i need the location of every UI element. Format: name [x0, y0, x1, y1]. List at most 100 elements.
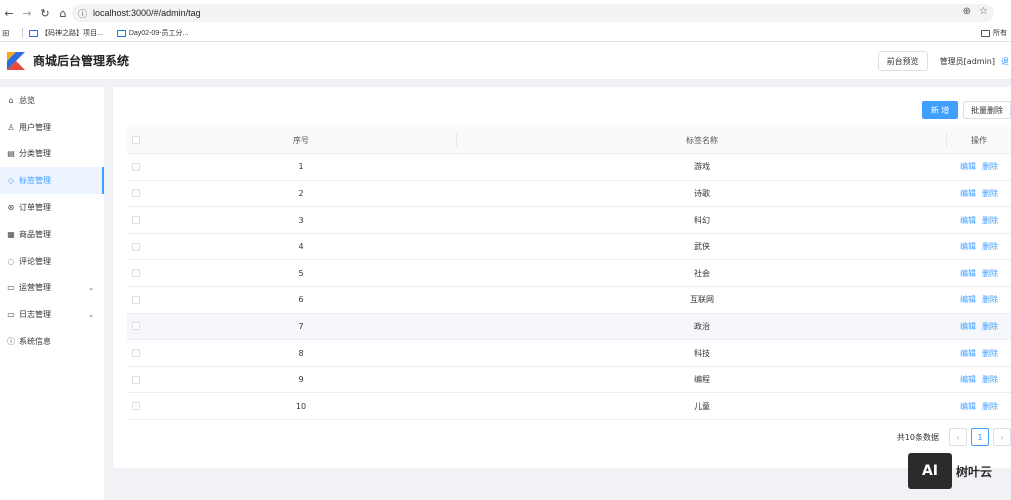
sidebar-item-operations[interactable]: ▭ 运营管理 ⌄	[0, 275, 104, 302]
row-select-cell[interactable]	[127, 206, 145, 234]
delete-button[interactable]: 删除	[982, 375, 998, 384]
bookmark-star-icon[interactable]: ☆	[979, 6, 988, 17]
row-checkbox[interactable]	[132, 349, 140, 358]
header-select-all[interactable]	[127, 127, 145, 155]
edit-button[interactable]: 编辑	[960, 216, 976, 225]
row-select-cell[interactable]	[127, 180, 145, 208]
bookmarks-bar: ⊞ 【码神之路】项目... Day02-09-员工分... 所有	[0, 25, 1011, 41]
row-checkbox[interactable]	[132, 375, 140, 384]
forward-icon[interactable]: →	[18, 4, 36, 22]
row-select-cell[interactable]	[127, 392, 145, 421]
edit-button[interactable]: 编辑	[960, 322, 976, 331]
bookmark-item-1[interactable]: 【码神之路】项目...	[29, 28, 103, 38]
all-bookmarks-label: 所有	[993, 30, 1007, 37]
delete-button[interactable]: 删除	[982, 349, 998, 358]
bookmark-label: 【码神之路】项目...	[41, 30, 103, 37]
delete-button[interactable]: 删除	[982, 402, 998, 411]
edit-button[interactable]: 编辑	[960, 189, 976, 198]
app-logo-icon	[7, 51, 25, 70]
row-actions: 编辑 删除	[947, 339, 1011, 367]
row-select-cell[interactable]	[127, 313, 145, 341]
sidebar-item-label: 总览	[19, 95, 35, 105]
site-info-icon[interactable]: ⓘ	[78, 7, 87, 20]
edit-button[interactable]: 编辑	[960, 269, 976, 278]
row-checkbox[interactable]	[132, 402, 140, 411]
row-select-cell[interactable]	[127, 339, 145, 367]
back-icon[interactable]: ←	[0, 4, 18, 22]
all-bookmarks[interactable]: 所有	[981, 28, 1007, 38]
zoom-icon[interactable]: ⊕	[963, 6, 971, 17]
bookmark-item-2[interactable]: Day02-09-员工分...	[116, 28, 188, 38]
edit-button[interactable]: 编辑	[960, 242, 976, 251]
edit-button[interactable]: 编辑	[960, 349, 976, 358]
row-index: 3	[145, 206, 457, 234]
browser-chrome: ← → ↻ ⌂ ⓘ localhost:3000/#/admin/tag ⊕ ☆…	[0, 0, 1011, 42]
row-tag-name: 武侠	[457, 233, 947, 261]
add-tag-button[interactable]: 新 增	[922, 101, 958, 119]
edit-button[interactable]: 编辑	[960, 402, 976, 411]
row-tag-name: 社会	[457, 259, 947, 288]
prev-page-button[interactable]: ‹	[949, 428, 967, 446]
sidebar-item-comments[interactable]: ◌ 评论管理	[0, 248, 104, 275]
sidebar-item-categories[interactable]: ▤ 分类管理	[0, 141, 104, 168]
row-actions: 编辑 删除	[947, 366, 1011, 394]
batch-delete-button[interactable]: 批量删除	[963, 101, 1011, 119]
delete-button[interactable]: 删除	[982, 295, 998, 304]
row-actions: 编辑 删除	[947, 153, 1011, 181]
row-index: 6	[145, 286, 457, 314]
tag-table: 序号 标签名称 操作 1 游戏 编辑 删除 2 诗歌 编辑 删除 3 科幻 编辑 删除 4 武侠 编辑 删除 5…	[127, 127, 1011, 421]
frontend-preview-button[interactable]: 前台预览	[877, 51, 928, 71]
row-checkbox[interactable]	[132, 216, 140, 225]
row-checkbox[interactable]	[132, 242, 140, 251]
app-header: 商城后台管理系统 前台预览 管理员[admin] 退	[0, 42, 1011, 80]
delete-button[interactable]: 删除	[982, 269, 998, 278]
apps-grid-icon[interactable]: ⊞	[2, 28, 16, 39]
sidebar-menu: ⌂ 总览 ♙ 用户管理 ▤ 分类管理 ◇ 标签管理 ⊛ 订单管理 ▦ 商品管理 ◌ 评论管理 …	[0, 87, 104, 500]
user-icon: ♙	[7, 122, 15, 132]
row-checkbox[interactable]	[132, 162, 140, 171]
delete-button[interactable]: 删除	[982, 189, 998, 198]
row-select-cell[interactable]	[127, 259, 145, 288]
sidebar-item-overview[interactable]: ⌂ 总览	[0, 87, 104, 114]
delete-button[interactable]: 删除	[982, 216, 998, 225]
sidebar-item-system-info[interactable]: ⓘ 系统信息	[0, 328, 104, 355]
row-checkbox[interactable]	[132, 295, 140, 304]
delete-button[interactable]: 删除	[982, 242, 998, 251]
row-index: 4	[145, 233, 457, 261]
sidebar-item-goods[interactable]: ▦ 商品管理	[0, 221, 104, 248]
row-select-cell[interactable]	[127, 233, 145, 261]
edit-button[interactable]: 编辑	[960, 375, 976, 384]
bookmarks-divider	[22, 28, 23, 38]
row-select-cell[interactable]	[127, 153, 145, 181]
url-bar[interactable]: ⓘ localhost:3000/#/admin/tag ⊕ ☆	[72, 4, 994, 22]
row-actions: 编辑 删除	[947, 180, 1011, 208]
edit-button[interactable]: 编辑	[960, 295, 976, 304]
page-number-button[interactable]: 1	[971, 428, 989, 446]
order-icon: ⊛	[7, 203, 15, 213]
row-tag-name: 科幻	[457, 206, 947, 234]
tag-icon: ◇	[7, 176, 15, 186]
table-body: 1 游戏 编辑 删除 2 诗歌 编辑 删除 3 科幻 编辑 删除 4 武侠 编辑 删除 5 社会 编辑 删除 6 互联网编…	[127, 153, 1011, 421]
sidebar-item-logs[interactable]: ▭ 日志管理 ⌄	[0, 301, 104, 328]
delete-button[interactable]: 删除	[982, 322, 998, 331]
delete-button[interactable]: 删除	[982, 162, 998, 171]
edit-button[interactable]: 编辑	[960, 162, 976, 171]
row-checkbox[interactable]	[132, 269, 140, 278]
reload-icon[interactable]: ↻	[36, 4, 54, 22]
row-checkbox[interactable]	[132, 322, 140, 331]
table-row: 3 科幻 编辑 删除	[127, 206, 1011, 234]
next-page-button[interactable]: ›	[993, 428, 1011, 446]
bookmark-page-icon	[29, 29, 38, 37]
sidebar-item-users[interactable]: ♙ 用户管理	[0, 114, 104, 141]
select-all-checkbox[interactable]	[132, 136, 140, 145]
row-select-cell[interactable]	[127, 366, 145, 394]
row-checkbox[interactable]	[132, 189, 140, 198]
sidebar-item-orders[interactable]: ⊛ 订单管理	[0, 194, 104, 221]
row-select-cell[interactable]	[127, 286, 145, 314]
goods-icon: ▦	[7, 229, 15, 239]
home-browser-icon[interactable]: ⌂	[54, 4, 72, 22]
table-header-row: 序号 标签名称 操作	[127, 127, 1011, 155]
logout-link[interactable]: 退	[1001, 56, 1009, 67]
sidebar-item-tags[interactable]: ◇ 标签管理	[0, 167, 104, 195]
folder-icon: ▭	[7, 283, 15, 293]
